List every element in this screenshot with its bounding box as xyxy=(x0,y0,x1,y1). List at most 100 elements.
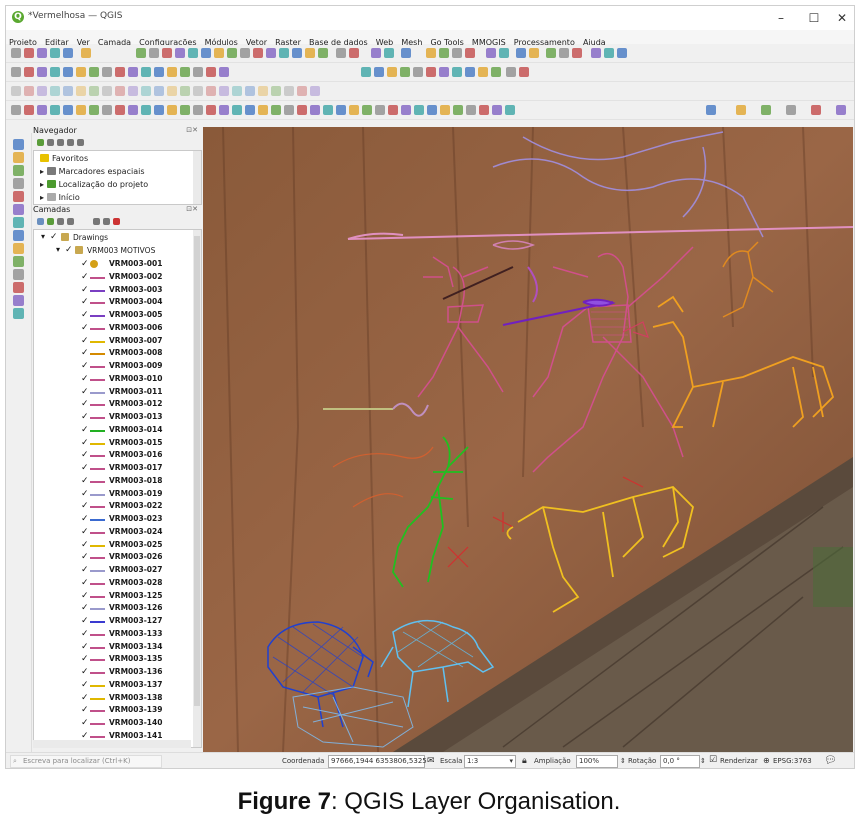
layer-row[interactable]: ✓ VRM003-016 xyxy=(34,449,192,462)
tool-icon[interactable] xyxy=(63,67,73,77)
add-layer-icon[interactable] xyxy=(13,308,24,319)
layer-checkbox[interactable]: ✓ xyxy=(81,565,89,575)
tool-icon[interactable] xyxy=(371,48,381,58)
tool-icon[interactable] xyxy=(572,48,582,58)
maximize-button[interactable]: ☐ xyxy=(799,8,829,28)
layer-checkbox[interactable]: ✓ xyxy=(81,259,89,269)
tool-icon[interactable] xyxy=(479,105,489,115)
tool-icon[interactable] xyxy=(136,48,146,58)
tool-icon[interactable] xyxy=(706,105,716,115)
tool-icon[interactable] xyxy=(297,86,307,96)
layer-checkbox[interactable]: ✓ xyxy=(81,450,89,460)
globe-icon[interactable]: ⊕ xyxy=(763,756,770,765)
layer-checkbox[interactable]: ✓ xyxy=(81,540,89,550)
minimize-button[interactable]: – xyxy=(766,8,796,28)
tool-icon[interactable] xyxy=(154,105,164,115)
tool-icon[interactable] xyxy=(253,48,263,58)
layer-row[interactable]: ✓ VRM003-140 xyxy=(34,717,192,730)
tool-icon[interactable] xyxy=(559,48,569,58)
collapse-icon[interactable] xyxy=(103,218,110,225)
panel-close-icon[interactable]: ⊡✕ xyxy=(186,205,198,213)
tool-icon[interactable] xyxy=(115,67,125,77)
tool-icon[interactable] xyxy=(154,67,164,77)
layer-row[interactable]: ✓ VRM003-127 xyxy=(34,615,192,628)
tool-icon[interactable] xyxy=(361,67,371,77)
tool-icon[interactable] xyxy=(50,105,60,115)
tool-icon[interactable] xyxy=(604,48,614,58)
tool-icon[interactable] xyxy=(279,48,289,58)
tool-icon[interactable] xyxy=(465,67,475,77)
layer-checkbox[interactable]: ✓ xyxy=(81,272,89,282)
tool-icon[interactable] xyxy=(76,105,86,115)
layer-row[interactable]: ✓ VRM003-017 xyxy=(34,462,192,475)
nav-item-marcadores[interactable]: ▸ Marcadores espaciais xyxy=(40,167,144,176)
refresh-icon[interactable] xyxy=(37,139,44,146)
tool-icon[interactable] xyxy=(24,48,34,58)
layer-row[interactable]: ✓ VRM003-025 xyxy=(34,539,192,552)
tool-icon[interactable] xyxy=(206,105,216,115)
tool-icon[interactable] xyxy=(426,67,436,77)
add-layer-icon[interactable] xyxy=(13,165,24,176)
tool-icon[interactable] xyxy=(492,105,502,115)
layer-row[interactable]: ✓ VRM003-013 xyxy=(34,411,192,424)
tool-icon[interactable] xyxy=(175,48,185,58)
tool-icon[interactable] xyxy=(245,86,255,96)
layer-checkbox[interactable]: ✓ xyxy=(81,285,89,295)
layer-checkbox[interactable]: ✓ xyxy=(81,680,89,690)
tool-icon[interactable] xyxy=(491,67,501,77)
tool-icon[interactable] xyxy=(413,67,423,77)
tool-icon[interactable] xyxy=(89,86,99,96)
tool-icon[interactable] xyxy=(128,86,138,96)
layer-group-drawings[interactable]: ▾ ✓ Drawings xyxy=(34,232,192,245)
layer-row[interactable]: ✓ VRM003-004 xyxy=(34,296,192,309)
magnifier-field[interactable]: 100% xyxy=(576,755,618,768)
properties-icon[interactable] xyxy=(77,139,84,146)
tool-icon[interactable] xyxy=(453,105,463,115)
layer-checkbox[interactable]: ✓ xyxy=(81,616,89,626)
layer-row[interactable]: ✓ VRM003-011 xyxy=(34,386,192,399)
tool-icon[interactable] xyxy=(349,105,359,115)
map-canvas[interactable] xyxy=(203,127,853,752)
messages-icon[interactable]: 💬︎ xyxy=(824,755,837,766)
tool-icon[interactable] xyxy=(811,105,821,115)
tool-icon[interactable] xyxy=(323,105,333,115)
render-checkbox[interactable]: ☑ xyxy=(709,755,717,765)
tool-icon[interactable] xyxy=(786,105,796,115)
tool-icon[interactable] xyxy=(11,86,21,96)
tool-icon[interactable] xyxy=(141,67,151,77)
tool-icon[interactable] xyxy=(24,86,34,96)
tool-icon[interactable] xyxy=(271,105,281,115)
tool-icon[interactable] xyxy=(180,105,190,115)
tool-icon[interactable] xyxy=(349,48,359,58)
tool-icon[interactable] xyxy=(362,105,372,115)
tool-icon[interactable] xyxy=(336,105,346,115)
tool-icon[interactable] xyxy=(466,105,476,115)
layer-checkbox[interactable]: ✓ xyxy=(81,361,89,371)
tool-icon[interactable] xyxy=(240,48,250,58)
layer-checkbox[interactable]: ✓ xyxy=(81,667,89,677)
link-icon[interactable] xyxy=(67,139,74,146)
layer-group-motivos[interactable]: ▾ ✓ VRM003 MOTIVOS xyxy=(34,245,192,258)
tool-icon[interactable] xyxy=(305,48,315,58)
tool-icon[interactable] xyxy=(193,86,203,96)
tool-icon[interactable] xyxy=(426,48,436,58)
coordinate-field[interactable]: 97666,1944 6353806,5325 xyxy=(328,755,427,768)
tool-icon[interactable] xyxy=(258,86,268,96)
tool-icon[interactable] xyxy=(167,86,177,96)
spinner-arrows-icon[interactable]: ⇕ xyxy=(620,757,626,765)
layer-checkbox[interactable]: ✓ xyxy=(81,489,89,499)
layer-checkbox[interactable]: ✓ xyxy=(81,425,89,435)
tool-icon[interactable] xyxy=(193,105,203,115)
tool-icon[interactable] xyxy=(506,67,516,77)
layer-checkbox[interactable]: ✓ xyxy=(81,629,89,639)
layer-row[interactable]: ✓ VRM003-010 xyxy=(34,373,192,386)
tool-icon[interactable] xyxy=(258,105,268,115)
tool-icon[interactable] xyxy=(284,105,294,115)
layer-checkbox[interactable]: ✓ xyxy=(81,603,89,613)
tool-icon[interactable] xyxy=(546,48,556,58)
tool-icon[interactable] xyxy=(37,105,47,115)
locator-search-box[interactable]: ⌕ Escreva para localizar (Ctrl+K) xyxy=(10,755,162,768)
tool-icon[interactable] xyxy=(76,86,86,96)
layer-row[interactable]: ✓ VRM003-135 xyxy=(34,653,192,666)
layer-row[interactable]: ✓ VRM003-125 xyxy=(34,590,192,603)
